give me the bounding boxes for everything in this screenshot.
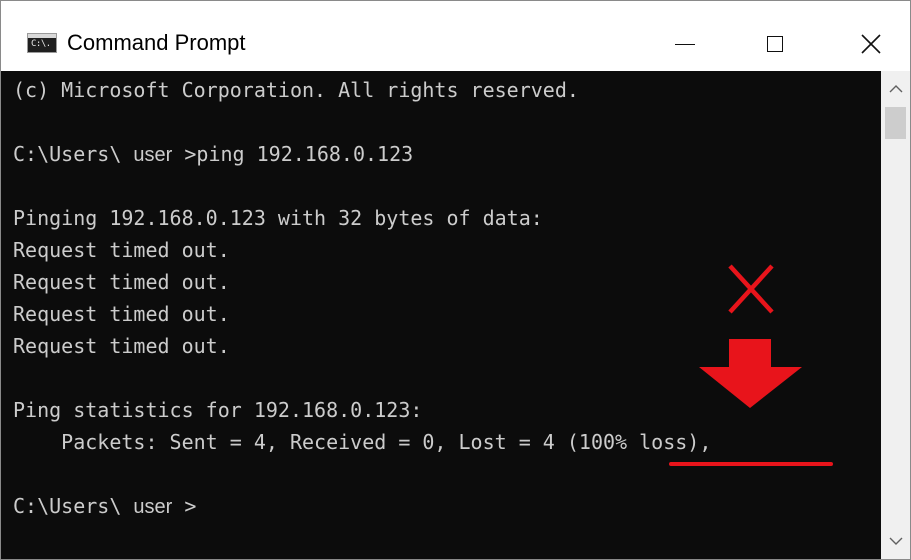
prompt-marker: > — [172, 142, 197, 166]
packets-trailing-comma: , — [699, 430, 712, 454]
scroll-down-button[interactable] — [881, 523, 910, 559]
chevron-down-icon — [889, 537, 902, 545]
copyright-line: (c) Microsoft Corporation. All rights re… — [13, 78, 579, 102]
prompt-user: user — [133, 144, 173, 166]
timeout-line: Request timed out. — [13, 334, 230, 358]
timeout-line: Request timed out. — [13, 302, 230, 326]
maximize-button[interactable] — [747, 17, 803, 67]
prompt-user: user — [133, 496, 173, 518]
minimize-icon — [675, 43, 695, 45]
packet-loss-value: (100% loss) — [566, 430, 700, 454]
command-prompt-window: C:\. Command Prompt (c) Microsoft Corpor… — [0, 0, 911, 560]
timeout-line: Request timed out. — [13, 270, 230, 294]
cmd-app-icon[interactable]: C:\. — [27, 33, 57, 53]
chevron-up-icon — [889, 85, 902, 93]
close-button[interactable] — [843, 17, 899, 67]
prompt-path: C:\Users\ — [13, 494, 134, 518]
packets-line: Packets: Sent = 4, Received = 0, Lost = … — [13, 426, 711, 458]
scroll-thumb[interactable] — [885, 107, 906, 139]
packets-counts: Packets: Sent = 4, Received = 0, Lost = … — [13, 430, 567, 454]
current-prompt-line: C:\Users\ user > — [13, 490, 196, 522]
app-icon-label: C:\. — [31, 39, 51, 49]
prompt-path: C:\Users\ — [13, 142, 134, 166]
timeout-line: Request timed out. — [13, 238, 230, 262]
title-bar[interactable]: C:\. Command Prompt — [1, 1, 910, 71]
minimize-button[interactable] — [657, 17, 713, 67]
vertical-scrollbar[interactable] — [881, 71, 910, 559]
scroll-up-button[interactable] — [881, 71, 910, 107]
maximize-icon — [767, 36, 783, 52]
stats-header-line: Ping statistics for 192.168.0.123: — [13, 398, 423, 422]
typed-command: ping 192.168.0.123 — [196, 142, 414, 166]
window-title: Command Prompt — [67, 30, 246, 55]
prompt-command-line: C:\Users\ user >ping 192.168.0.123 — [13, 138, 413, 170]
prompt-marker: > — [172, 494, 197, 518]
pinging-line: Pinging 192.168.0.123 with 32 bytes of d… — [13, 206, 543, 230]
close-icon — [861, 34, 881, 54]
console-output[interactable]: (c) Microsoft Corporation. All rights re… — [1, 71, 881, 559]
